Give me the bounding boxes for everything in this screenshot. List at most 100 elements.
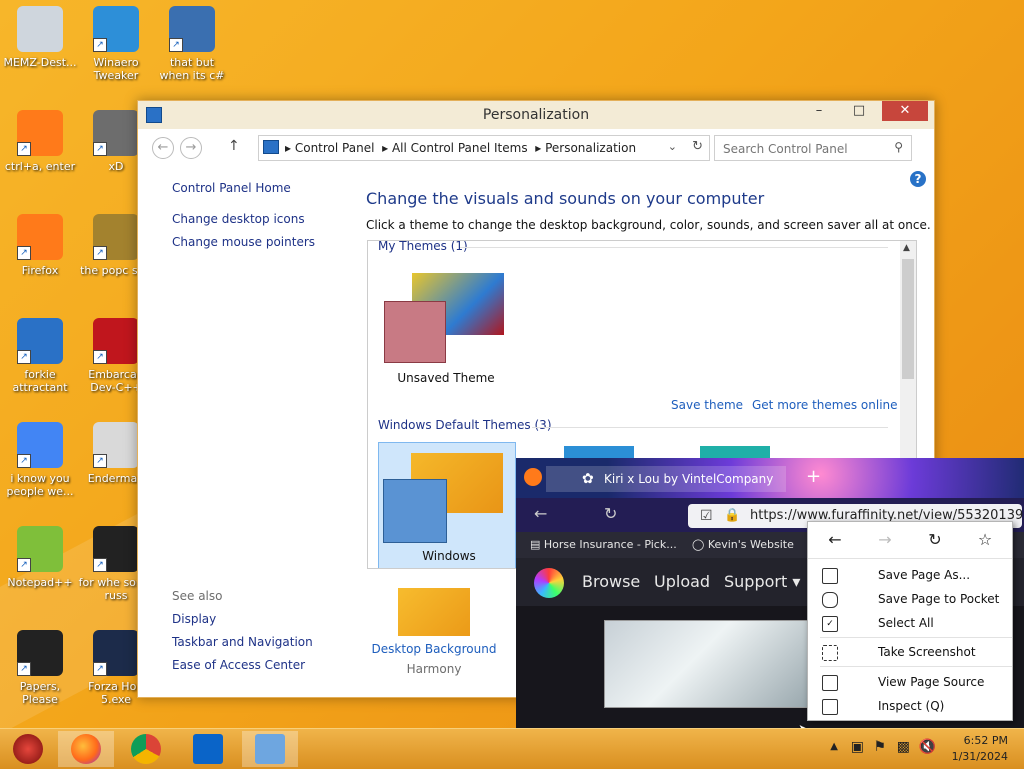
unsaved-theme-label[interactable]: Unsaved Theme [376, 371, 516, 385]
see-also-display[interactable]: Display [172, 612, 313, 626]
desktop-icon[interactable]: ↗ i know you people we... [2, 422, 78, 498]
up-arrow-icon[interactable]: ↑ [228, 138, 240, 154]
desktop-background-link[interactable]: Desktop Background [360, 642, 508, 656]
desktop-background-thumbnail[interactable] [398, 588, 470, 636]
back-icon[interactable]: ← [823, 530, 847, 549]
document-icon: ↗ [93, 526, 139, 572]
bookmark-item[interactable]: ▤ Horse Insurance - Pick... [530, 532, 677, 558]
forward-icon[interactable]: → [180, 137, 202, 159]
taskbar-outlook[interactable] [180, 731, 236, 767]
help-icon[interactable]: ? [910, 171, 926, 187]
minimize-button[interactable]: – [804, 101, 834, 121]
desktop-icon[interactable]: ↗ Notepad++ [2, 526, 78, 589]
taskbar-firefox[interactable] [58, 731, 114, 767]
firefox-view-icon[interactable] [524, 468, 542, 486]
menu-separator [820, 637, 1012, 638]
desktop-icon-label: Papers, Please [19, 680, 61, 706]
new-tab-icon[interactable]: + [806, 466, 821, 487]
forward-icon[interactable]: → [873, 530, 897, 549]
maximize-button[interactable]: □ [844, 101, 874, 121]
context-nav-row: ← → ↻ ☆ [808, 522, 1012, 559]
breadcrumb-item[interactable]: Control Panel [295, 141, 375, 155]
window-icon: ↗ [93, 422, 139, 468]
title-bar[interactable]: Personalization – □ ✕ [138, 101, 934, 129]
menu-save-page-as[interactable]: Save Page As... [808, 563, 1012, 587]
bookmark-item[interactable]: ◯ Kevin's Website [692, 532, 794, 558]
nav-change-mouse-pointers[interactable]: Change mouse pointers [172, 235, 352, 249]
taskbar-chrome[interactable] [118, 731, 174, 767]
network-icon[interactable]: ▣ [851, 739, 864, 755]
tab-title: Kiri x Lou by VintelCompany [604, 472, 774, 486]
default-themes-label: Windows Default Themes (3) [378, 418, 552, 432]
taskbar-control-panel[interactable] [242, 731, 298, 767]
desktop-icon[interactable]: MEMZ-Dest... [2, 6, 78, 69]
menu-select-all[interactable]: ✓ Select All [808, 611, 1012, 635]
menu-take-screenshot[interactable]: Take Screenshot [808, 640, 1012, 664]
desktop-icon[interactable]: ↗ that but when its c# [154, 6, 230, 82]
search-input[interactable] [721, 141, 885, 157]
back-icon[interactable]: ← [534, 504, 547, 523]
bookmark-label: Horse Insurance - Pick... [543, 538, 677, 551]
refresh-icon[interactable]: ↻ [604, 504, 617, 523]
close-button[interactable]: ✕ [882, 101, 928, 121]
clock-time: 6:52 PM [963, 734, 1008, 747]
lock-icon: 🔒 [724, 508, 741, 523]
taskbar: ▲ ▣ ⚑ ▩ 🔇 6:52 PM 1/31/2024 [0, 728, 1024, 769]
start-button[interactable] [0, 731, 56, 767]
address-row: ← → ↑ ▸ Control Panel ▸ All Control Pane… [148, 135, 924, 161]
breadcrumb-item[interactable]: Personalization [545, 141, 636, 155]
nav-support[interactable]: Support ▾ [724, 572, 800, 591]
get-more-themes-link[interactable]: Get more themes online [752, 398, 898, 412]
nav-change-desktop-icons[interactable]: Change desktop icons [172, 212, 352, 226]
my-themes-label: My Themes (1) [378, 240, 468, 253]
windows-theme-tile[interactable]: Windows [378, 442, 516, 568]
shortcut-arrow-icon: ↗ [17, 142, 31, 156]
see-also-ease-of-access[interactable]: Ease of Access Center [172, 658, 313, 672]
bookmark-label: Kevin's Website [707, 538, 794, 551]
flag-icon[interactable]: ⚑ [873, 739, 886, 755]
nav-upload[interactable]: Upload [654, 572, 710, 591]
see-also-heading: See also [172, 589, 223, 603]
site-logo-icon[interactable] [534, 568, 564, 598]
menu-inspect[interactable]: Inspect (Q) [808, 694, 1012, 718]
shortcut-arrow-icon: ↗ [93, 38, 107, 52]
bookmark-star-icon[interactable]: ☆ [973, 530, 997, 549]
desktop-icon[interactable]: ↗ ctrl+a, enter [2, 110, 78, 173]
menu-view-page-source[interactable]: View Page Source [808, 670, 1012, 694]
breadcrumb-separator: ▸ [535, 141, 542, 155]
clock[interactable]: 6:52 PM 1/31/2024 [928, 733, 1008, 765]
refresh-icon[interactable]: ↻ [692, 139, 703, 154]
address-bar[interactable]: ▸ Control Panel ▸ All Control Panel Item… [258, 135, 710, 161]
outlook-icon [193, 734, 223, 764]
chevron-down-icon[interactable]: ⌄ [668, 140, 677, 153]
menu-save-to-pocket[interactable]: Save Page to Pocket [808, 587, 1012, 611]
see-also-taskbar[interactable]: Taskbar and Navigation [172, 635, 313, 649]
save-theme-link[interactable]: Save theme [671, 398, 743, 412]
tray-expand-icon[interactable]: ▲ [830, 741, 838, 752]
monitor-gear-icon: ↗ [17, 318, 63, 364]
shortcut-arrow-icon: ↗ [93, 662, 107, 676]
nav-browse[interactable]: Browse [582, 572, 640, 591]
desktop-icon[interactable]: ↗ Winaero Tweaker [78, 6, 154, 82]
checkbox-icon: ✓ [822, 616, 838, 632]
desktop-icon[interactable]: ↗ Papers, Please [2, 630, 78, 706]
menu-label: Save Page to Pocket [878, 592, 1000, 606]
shortcut-arrow-icon: ↗ [93, 246, 107, 260]
search-box[interactable]: ⚲ [714, 135, 912, 161]
nav-control-panel-home[interactable]: Control Panel Home [172, 181, 352, 195]
start-orb-icon [13, 734, 43, 764]
search-icon[interactable]: ⚲ [894, 140, 903, 154]
scroll-thumb[interactable] [902, 259, 914, 379]
artwork-image[interactable] [604, 620, 838, 708]
power-icon[interactable]: ▩ [897, 739, 910, 755]
scroll-up-icon[interactable]: ▲ [903, 243, 910, 253]
desktop-icon[interactable]: ↗ forkie attractant [2, 318, 78, 394]
shortcut-arrow-icon: ↗ [17, 558, 31, 572]
back-icon[interactable]: ← [152, 137, 174, 159]
breadcrumb-item[interactable]: All Control Panel Items [392, 141, 528, 155]
reload-icon[interactable]: ↻ [923, 530, 947, 549]
breadcrumb-separator: ▸ [285, 141, 292, 155]
desktop-icon[interactable]: ↗ Firefox [2, 214, 78, 277]
chrome-icon [131, 734, 161, 764]
browser-tab[interactable]: ✿ Kiri x Lou by VintelCompany [546, 466, 786, 492]
